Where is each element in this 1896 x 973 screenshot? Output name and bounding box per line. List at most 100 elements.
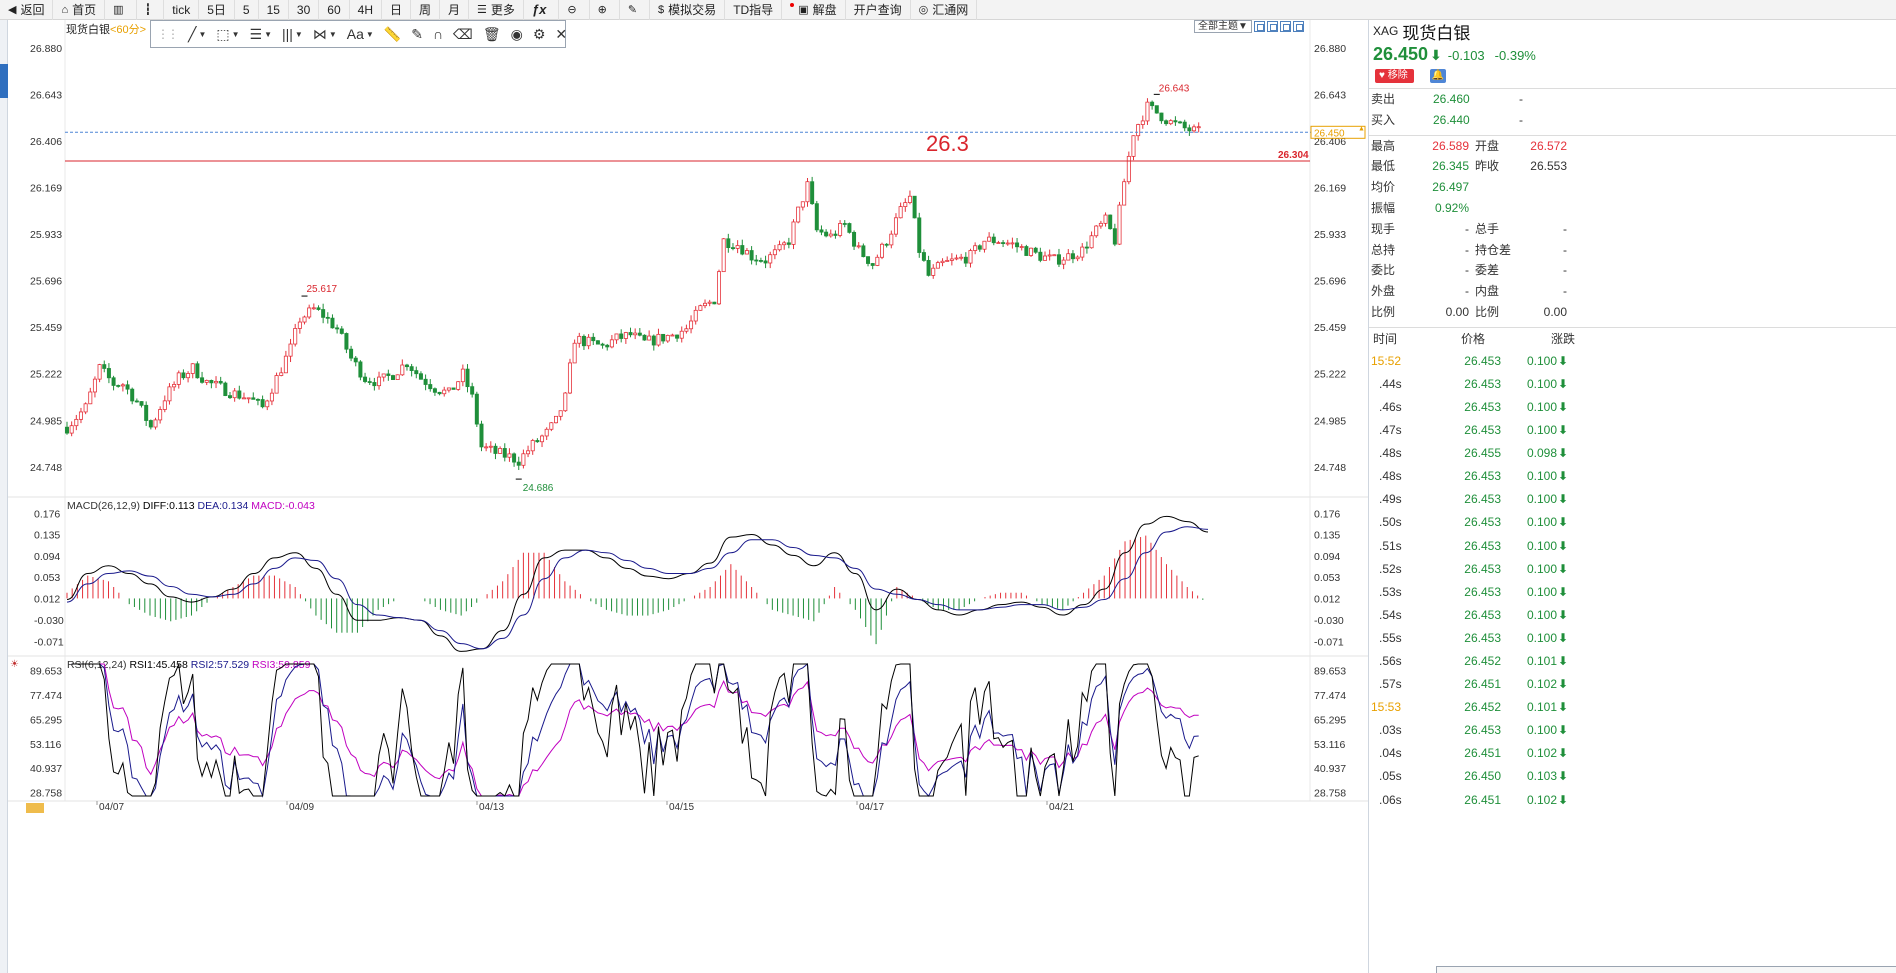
- app-window: ◀ 返回 ⌂ 首页 ▥ ┇ tick 5日 5 15 30 60 4H 日周月 ☰ 更多 ƒx ⊖ ⊕ ✎ $ 模拟交易 T…: [0, 0, 1896, 973]
- toolbar-item-14[interactable]: ☰ 更多: [469, 0, 524, 20]
- remove-watchlist-button[interactable]: ♥ 移除: [1375, 69, 1414, 83]
- toolbar-item-19[interactable]: $ 模拟交易: [650, 0, 726, 20]
- toolbar-item-4[interactable]: tick: [164, 0, 200, 20]
- theme-select[interactable]: 全部主题▼: [1194, 20, 1252, 33]
- trade-row: .44s 26.453 0.100 ⬇: [1369, 373, 1896, 396]
- toolbar-item-1[interactable]: ⌂ 首页: [53, 0, 106, 20]
- bottom-scrollbar[interactable]: [1436, 966, 1896, 973]
- toolbar-item-21[interactable]: ▣ 解盘: [782, 0, 846, 20]
- trade-price: 26.453: [1464, 353, 1501, 368]
- toolbar-item-label: 汇通网: [932, 3, 969, 17]
- chart-area[interactable]: 26.880 26.880 26.643 26.643 26.406 26.406 26.1…: [8, 20, 1368, 973]
- left-strip-active-tab[interactable]: [0, 64, 8, 98]
- toolbar-item-8[interactable]: 30: [289, 0, 320, 20]
- date-label: 04/13: [479, 802, 504, 813]
- layout-2-icon[interactable]: [1266, 21, 1278, 32]
- vertical-lines-tool-button[interactable]: ||| ▼: [277, 22, 308, 46]
- candle-body: [530, 440, 535, 452]
- quote-row-label: 买入: [1371, 112, 1396, 127]
- rectangle-tool-button[interactable]: ⬚ ▼: [211, 22, 244, 46]
- macd-tick-right: 0.012: [1314, 593, 1340, 605]
- close-palette-button[interactable]: ✕: [550, 22, 572, 46]
- toolbar-item-18[interactable]: ✎: [620, 0, 651, 20]
- trade-row: .48s 26.455 0.098 ⬇: [1369, 442, 1896, 465]
- left-side-strip[interactable]: [0, 20, 8, 973]
- stats-value-2: -: [1563, 242, 1567, 257]
- visibility-tool-button[interactable]: ◉: [506, 22, 528, 46]
- candle-body: [633, 332, 638, 336]
- toolbar-item-20[interactable]: TD指导: [725, 0, 783, 20]
- toolbar-item-9[interactable]: 60: [319, 0, 350, 20]
- text-tool-button[interactable]: Aa ▼: [342, 22, 379, 46]
- scroll-handle: [26, 803, 44, 813]
- toolbar-item-11[interactable]: 日: [382, 0, 411, 20]
- toolbar-item-3[interactable]: ┇: [137, 0, 165, 20]
- candle-body: [1164, 120, 1169, 125]
- toolbar-item-0[interactable]: ◀ 返回: [0, 0, 54, 20]
- toolbar-item-13[interactable]: 月: [440, 0, 470, 20]
- trade-row: .06s 26.451 0.102 ⬇: [1369, 789, 1896, 812]
- layout-1-icon[interactable]: [1253, 21, 1265, 32]
- delete-tool-button[interactable]: 🗑: [478, 22, 506, 46]
- toolbar-item-16[interactable]: ⊖: [559, 0, 590, 20]
- date-label: 04/21: [1049, 802, 1074, 813]
- magnet-tool-button[interactable]: ∩: [428, 22, 448, 46]
- candle-body: [1103, 214, 1108, 224]
- drawing-tools-palette: ⋮⋮ ╱ ▼ ⬚ ▼ ☰ ▼ ||| ▼ ⋈ ▼ Aa ▼ 📏 ✎ ∩ ⌫ 🗑 ◉ ⚙ ✕: [150, 20, 567, 48]
- candle-body: [158, 409, 163, 421]
- candle-body: [940, 260, 945, 264]
- toolbar-item-7[interactable]: 15: [259, 0, 289, 20]
- toolbar-item-15[interactable]: ƒx: [524, 0, 560, 20]
- trade-time: .52s: [1379, 561, 1402, 576]
- candle-body: [484, 446, 489, 449]
- line-tool-button[interactable]: ╱ ▼: [183, 22, 211, 46]
- toolbar-item-17[interactable]: ⊕: [590, 0, 620, 20]
- layout-4-icon[interactable]: [1292, 21, 1304, 32]
- trade-time: 15:53: [1371, 700, 1402, 715]
- toolbar-item-10[interactable]: 4H: [350, 0, 382, 20]
- chart-canvas[interactable]: 26.880 26.88026.643 26.64326.406 26.40626.1…: [8, 20, 1368, 973]
- pattern-tool-button[interactable]: ⋈ ▼: [308, 22, 342, 46]
- trade-price: 26.453: [1464, 561, 1501, 576]
- zoom-out-icon: ⊖: [567, 4, 577, 16]
- candle-body: [227, 395, 232, 399]
- quote-row-extra: -: [1519, 92, 1523, 106]
- candle-body: [661, 333, 666, 342]
- candle-body: [358, 361, 363, 378]
- toolbar-item-22[interactable]: 开户查询: [846, 0, 911, 20]
- layout-3-icon[interactable]: [1279, 21, 1291, 32]
- trade-price: 26.453: [1464, 515, 1501, 530]
- y-axis-tick-right: 24.748: [1314, 462, 1346, 474]
- eraser-tool-button[interactable]: ⌫: [448, 22, 478, 46]
- trades-list[interactable]: 15:52 26.453 0.100 ⬇ .44s 26.453 0.100 ⬇ .46s 26.…: [1369, 350, 1896, 812]
- instrument-code: XAG: [1373, 24, 1399, 38]
- toolbar-item-23[interactable]: ◎ 汇通网: [911, 0, 978, 20]
- candle-body: [1098, 222, 1103, 227]
- candle-body: [1168, 120, 1173, 125]
- toolbar-item-5[interactable]: 5日: [199, 0, 235, 20]
- dropdown-caret-icon: ▼: [328, 29, 337, 39]
- settings-tool-button[interactable]: ⚙: [528, 22, 551, 46]
- toolbar-item-12[interactable]: 周: [411, 0, 441, 20]
- y-axis-tick-right: 26.169: [1314, 183, 1346, 195]
- trade-row: .49s 26.453 0.100 ⬇: [1369, 488, 1896, 511]
- y-axis-tick-left: 26.880: [30, 43, 62, 55]
- brush-tool-button[interactable]: ✎: [406, 22, 428, 46]
- candle-body: [540, 435, 545, 443]
- toolbar-item-2[interactable]: ▥: [105, 0, 137, 20]
- candle-body: [144, 404, 149, 421]
- stats-label-2: 总手: [1475, 221, 1500, 236]
- trade-time: .06s: [1379, 792, 1402, 807]
- candle-body: [200, 377, 205, 383]
- alert-bell-button[interactable]: 🔔: [1429, 69, 1446, 83]
- trade-time: .05s: [1379, 769, 1402, 784]
- rectangle-icon: ⬚: [216, 25, 230, 42]
- vertical-lines-icon: |||: [282, 26, 293, 42]
- toolbar-item-6[interactable]: 5: [235, 0, 259, 20]
- drag-grip-icon[interactable]: ⋮⋮: [155, 27, 183, 41]
- ruler-tool-button[interactable]: 📏: [379, 22, 406, 46]
- down-arrow-icon: ⬇: [1558, 515, 1569, 530]
- down-arrow-icon: ⬇: [1558, 630, 1569, 645]
- trade-time: .57s: [1379, 677, 1402, 692]
- fibonacci-tool-button[interactable]: ☰ ▼: [245, 22, 277, 46]
